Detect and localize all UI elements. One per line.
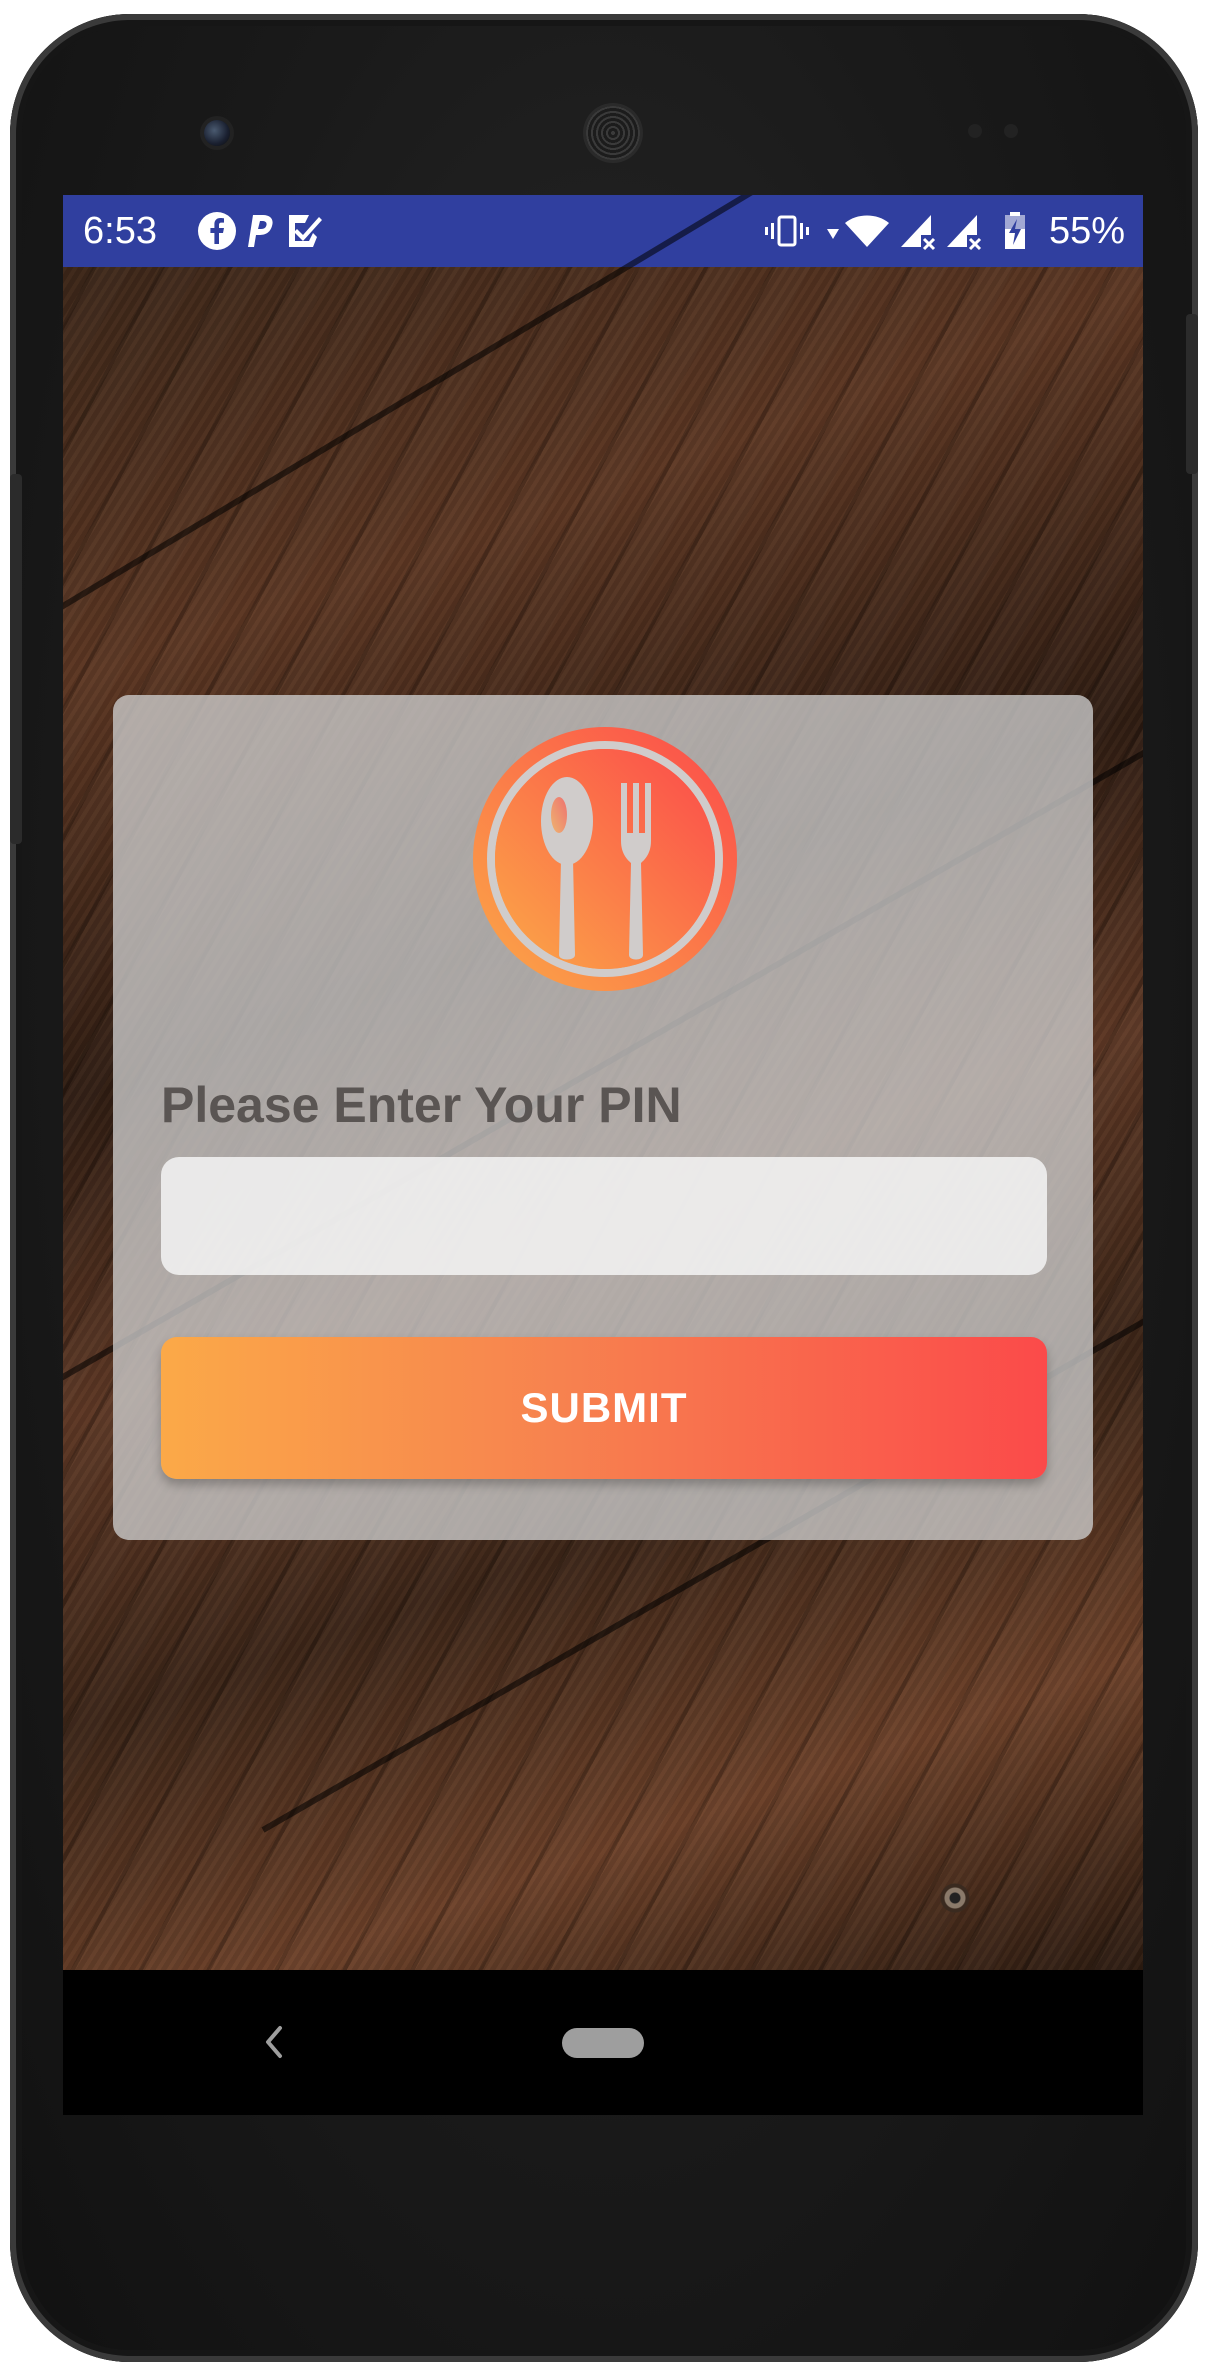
proximity-sensor [968,124,982,138]
login-card: Please Enter Your PIN SUBMIT [113,695,1093,1540]
volume-button [10,474,22,844]
home-pill-icon[interactable] [562,2028,644,2058]
chevron-left-icon[interactable] [258,2012,288,2072]
wood-screw [940,1883,970,1913]
status-time: 6:53 [83,210,157,252]
signal-no-data-icon [901,215,936,251]
screen: 6:53 55% Please Enter Your PIN SUBMIT [63,195,1143,2115]
signal-no-data-icon-2 [947,215,982,251]
power-button [1186,314,1198,474]
light-sensor [1004,124,1018,138]
wifi-icon [845,215,889,247]
navigation-bar [63,1970,1143,2115]
status-bar: 6:53 55% [63,195,1143,267]
pin-prompt: Please Enter Your PIN [161,1077,682,1133]
spoon-fork-icon [473,727,737,991]
vibrate-icon [765,215,809,247]
tasks-check-icon [289,215,322,247]
submit-button[interactable]: SUBMIT [161,1337,1047,1479]
data-down-icon [827,229,839,239]
battery-percent: 55% [1048,210,1125,252]
paypal-icon [248,215,273,247]
pin-input[interactable] [161,1157,1047,1275]
device-frame: 6:53 55% Please Enter Your PIN SUBMIT [0,0,1210,2375]
battery-charging-icon [1005,212,1025,249]
earpiece-speaker [586,106,640,160]
facebook-icon [198,212,236,250]
front-camera [204,120,230,146]
